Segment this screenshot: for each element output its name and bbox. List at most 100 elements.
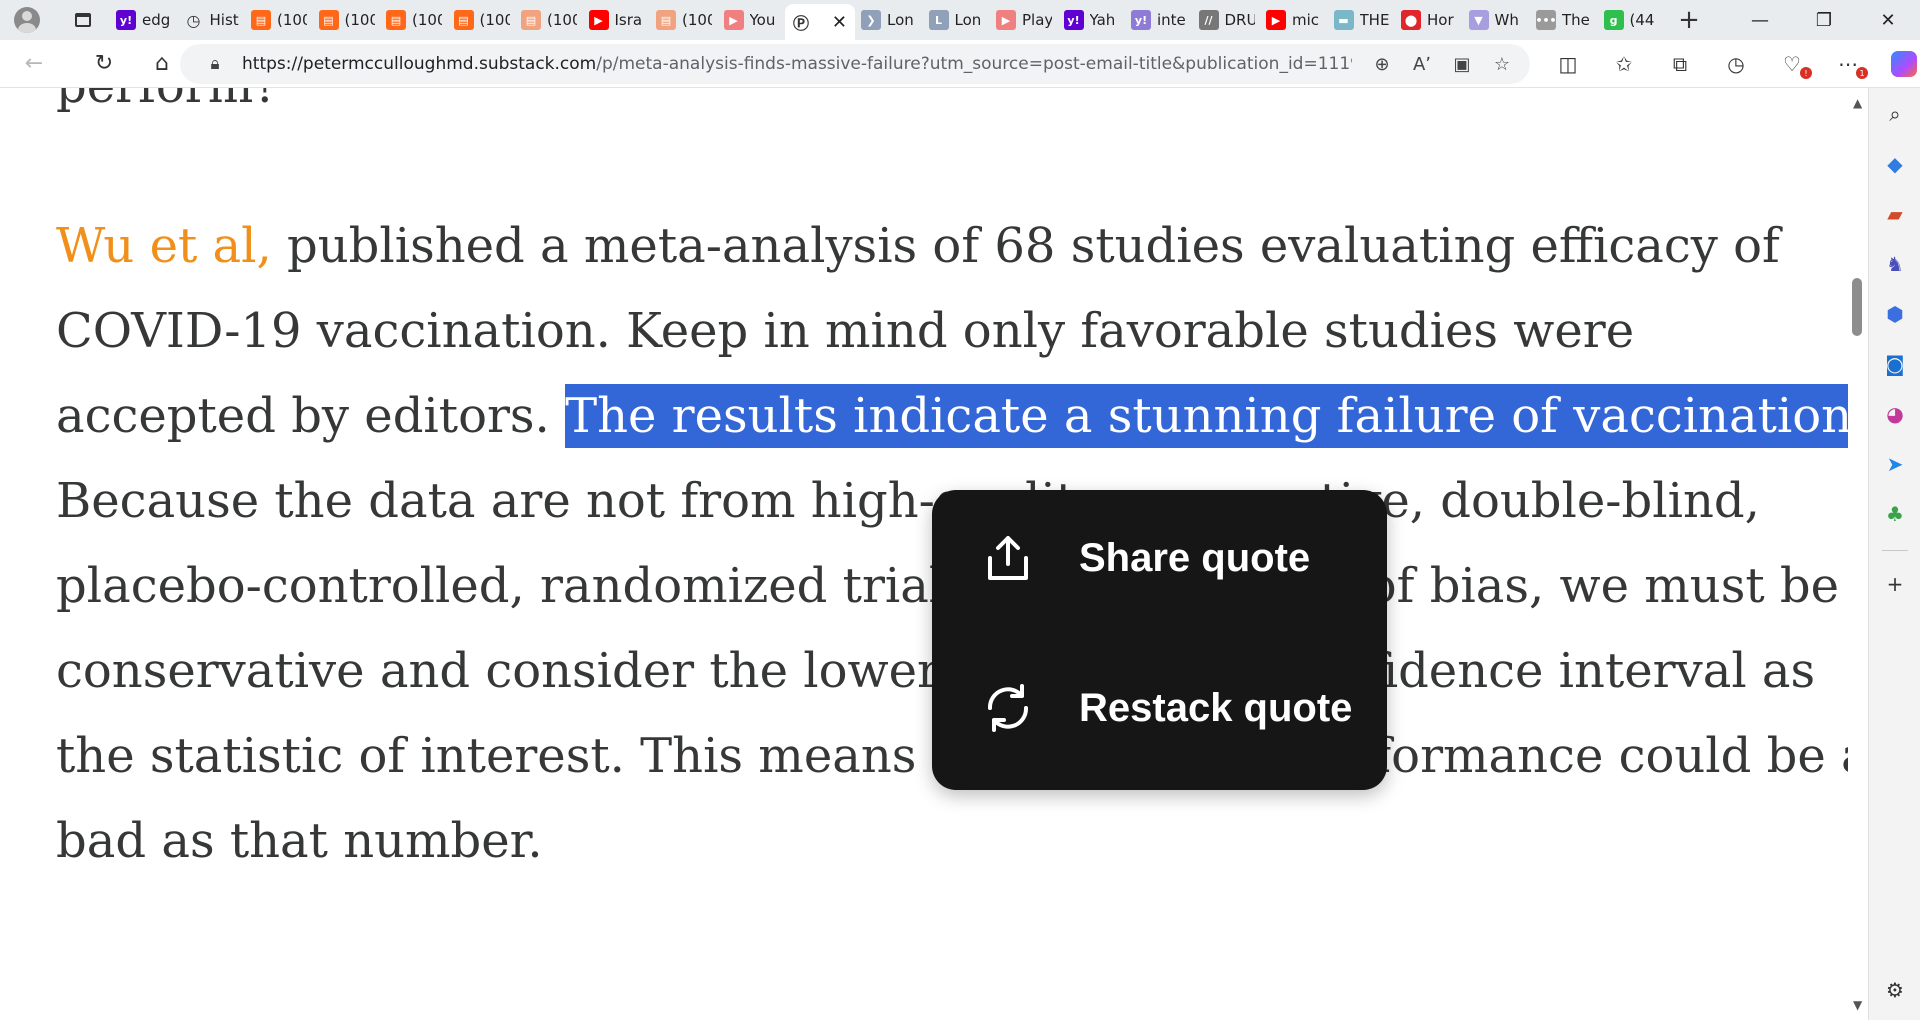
window-controls: — ❐ ✕: [1728, 0, 1920, 40]
tab-title: (44: [1629, 11, 1655, 29]
home-icon: ⌂: [155, 51, 169, 76]
home-button[interactable]: ⌂: [142, 44, 182, 84]
drudge-icon: //: [1198, 10, 1219, 30]
browser-tab[interactable]: ❯ Lon: [855, 4, 923, 36]
more-menu-badge: 1: [1856, 67, 1868, 79]
browser-tab[interactable]: ▶ Isra: [583, 4, 651, 36]
paragraph-line-8: bad as that number.: [56, 813, 543, 869]
article-paragraph: Wu et al, published a meta-analysis of 6…: [56, 204, 1848, 884]
browser-tab[interactable]: ▤ (100: [650, 4, 718, 36]
tab-title: Hist: [209, 11, 239, 29]
scrollbar-thumb[interactable]: [1852, 278, 1862, 336]
browser-tab[interactable]: y! edg: [110, 4, 178, 36]
refresh-button[interactable]: ↻: [84, 44, 124, 84]
tab-list: y! edg ◷ Hist ▤ (100 ▤ (100 ▤ (100 ▤ (100 ▤ (100 ▶ Isra…: [110, 0, 1665, 40]
wu-et-al-link[interactable]: Wu et al,: [56, 218, 272, 274]
scroll-down-arrow-icon[interactable]: ▼: [1853, 998, 1862, 1012]
browser-tab[interactable]: ⬤ Hor: [1395, 4, 1463, 36]
browser-tab[interactable]: ▶ Play: [990, 4, 1058, 36]
youtube-icon: ▶: [996, 10, 1016, 30]
browser-tab[interactable]: y! inte: [1125, 4, 1193, 36]
browser-tab[interactable]: ▼ Wh: [1463, 4, 1531, 36]
youtube-icon: ▶: [723, 10, 744, 30]
add-sidebar-item-icon[interactable]: +: [1883, 572, 1907, 596]
read-aloud-icon[interactable]: A︎ʼ: [1402, 44, 1442, 84]
browser-tab[interactable]: y! Yah: [1058, 4, 1126, 36]
browser-tab[interactable]: ▶ You: [718, 4, 786, 36]
browser-tab[interactable]: ▤ (100: [313, 4, 381, 36]
minimize-button[interactable]: —: [1728, 0, 1792, 40]
restack-quote-button[interactable]: Restack quote: [982, 668, 1387, 748]
address-bar-actions: ⊕ A︎ʼ ▣ ☆: [1362, 44, 1522, 84]
browser-tab[interactable]: ◷ Hist: [178, 4, 246, 36]
microsoft-365-icon[interactable]: ⬢: [1883, 302, 1907, 326]
image-icon: ▬: [1333, 10, 1354, 30]
back-button[interactable]: ←: [14, 44, 54, 84]
browser-tab[interactable]: Ⓟ ✕: [785, 4, 855, 40]
browser-toolbar: ← ↻ ⌂ 🔒︎ https://petermcculloughmd.subst…: [0, 40, 1920, 88]
browser-tab[interactable]: L Lon: [923, 4, 991, 36]
lock-icon[interactable]: 🔒︎: [200, 54, 230, 74]
browser-tab[interactable]: ▤ (100: [515, 4, 583, 36]
browser-tab[interactable]: ▶ mic: [1260, 4, 1328, 36]
site-icon: Ⓟ: [792, 14, 809, 33]
tab-title: Play: [1022, 11, 1052, 29]
favorite-star-icon[interactable]: ☆: [1482, 44, 1522, 84]
share-icon: [988, 536, 1028, 580]
tools-icon[interactable]: ▰: [1883, 202, 1907, 226]
tab-strip: y! edg ◷ Hist ▤ (100 ▤ (100 ▤ (100 ▤ (100 ▤ (100 ▶ Isra…: [0, 0, 1920, 40]
send-icon[interactable]: ➤: [1883, 452, 1907, 476]
split-screen-icon[interactable]: ◫: [1540, 44, 1596, 84]
sidebar-settings-icon[interactable]: ⚙: [1883, 978, 1907, 1002]
profile-button[interactable]: [10, 3, 44, 37]
collections-icon[interactable]: ⧉: [1652, 44, 1708, 84]
share-quote-button[interactable]: Share quote: [982, 518, 1387, 598]
tab-title: Yah: [1089, 11, 1116, 29]
browser-tab[interactable]: ▬ THE: [1328, 4, 1396, 36]
designer-icon[interactable]: ◕: [1883, 402, 1907, 426]
close-tab-icon[interactable]: ✕: [832, 12, 847, 33]
tab-title: DRU: [1224, 11, 1255, 29]
address-bar[interactable]: 🔒︎ https://petermcculloughmd.substack.co…: [180, 44, 1530, 84]
close-window-button[interactable]: ✕: [1856, 0, 1920, 40]
restack-quote-label: Restack quote: [1079, 685, 1353, 730]
paragraph-line-1: Wu et al, published a meta-analysis of 6…: [56, 204, 1796, 289]
app-available-icon[interactable]: ▣: [1442, 44, 1482, 84]
browser-tab[interactable]: g (44: [1598, 4, 1666, 36]
search-icon[interactable]: ⌕: [1883, 102, 1907, 126]
browser-tab[interactable]: ▤ (100: [245, 4, 313, 36]
games-icon[interactable]: ♞: [1883, 252, 1907, 276]
paragraph-line-2: COVID-19 vaccination. Keep in mind only …: [56, 303, 1635, 359]
tab-actions-button[interactable]: [66, 3, 100, 37]
substack-icon: ▤: [386, 10, 406, 30]
browser-tab[interactable]: ••• The: [1530, 4, 1598, 36]
more-menu-icon[interactable]: ⋯ 1: [1820, 44, 1876, 84]
tab-title: (100: [344, 11, 375, 29]
substack-icon: ▤: [521, 10, 541, 30]
paragraph-line-5: placebo-controlled, randomized trials, w…: [56, 558, 1840, 614]
zoom-icon[interactable]: ⊕: [1362, 44, 1402, 84]
vertical-scrollbar[interactable]: ▲ ▼: [1848, 88, 1868, 1020]
health-icon[interactable]: ♡!: [1764, 44, 1820, 84]
browser-tab[interactable]: ▤ (100: [380, 4, 448, 36]
url-text[interactable]: https://petermcculloughmd.substack.com/p…: [242, 54, 1352, 74]
tree-icon[interactable]: ♣: [1883, 502, 1907, 526]
tab-title: (100: [277, 11, 307, 29]
restore-button[interactable]: ❐: [1792, 0, 1856, 40]
copilot-icon[interactable]: [1891, 51, 1917, 77]
shopping-tag-icon[interactable]: ◆: [1883, 152, 1907, 176]
substack-icon: ▤: [251, 10, 271, 30]
browser-tab[interactable]: // DRU: [1193, 4, 1261, 36]
edge-sidebar: ⌕ ◆ ▰ ♞ ⬢ ◙ ◕ ➤ ♣ + ⚙: [1868, 88, 1920, 1020]
tab-title: Hor: [1427, 11, 1454, 29]
scroll-up-arrow-icon[interactable]: ▲: [1853, 96, 1862, 110]
new-tab-button[interactable]: +: [1671, 4, 1707, 36]
favorites-icon[interactable]: ✩: [1596, 44, 1652, 84]
tab-title: You: [749, 11, 776, 29]
browser-tab[interactable]: ▤ (100: [448, 4, 516, 36]
toolbar-right-actions: ◫ ✩ ⧉ ◷ ♡! ⋯ 1: [1540, 44, 1920, 84]
selected-quote-text[interactable]: The results indicate a stunning failure …: [565, 384, 1848, 448]
history-icon[interactable]: ◷: [1708, 44, 1764, 84]
yahoo-icon: y!: [1131, 10, 1151, 30]
outlook-icon[interactable]: ◙: [1883, 352, 1907, 376]
